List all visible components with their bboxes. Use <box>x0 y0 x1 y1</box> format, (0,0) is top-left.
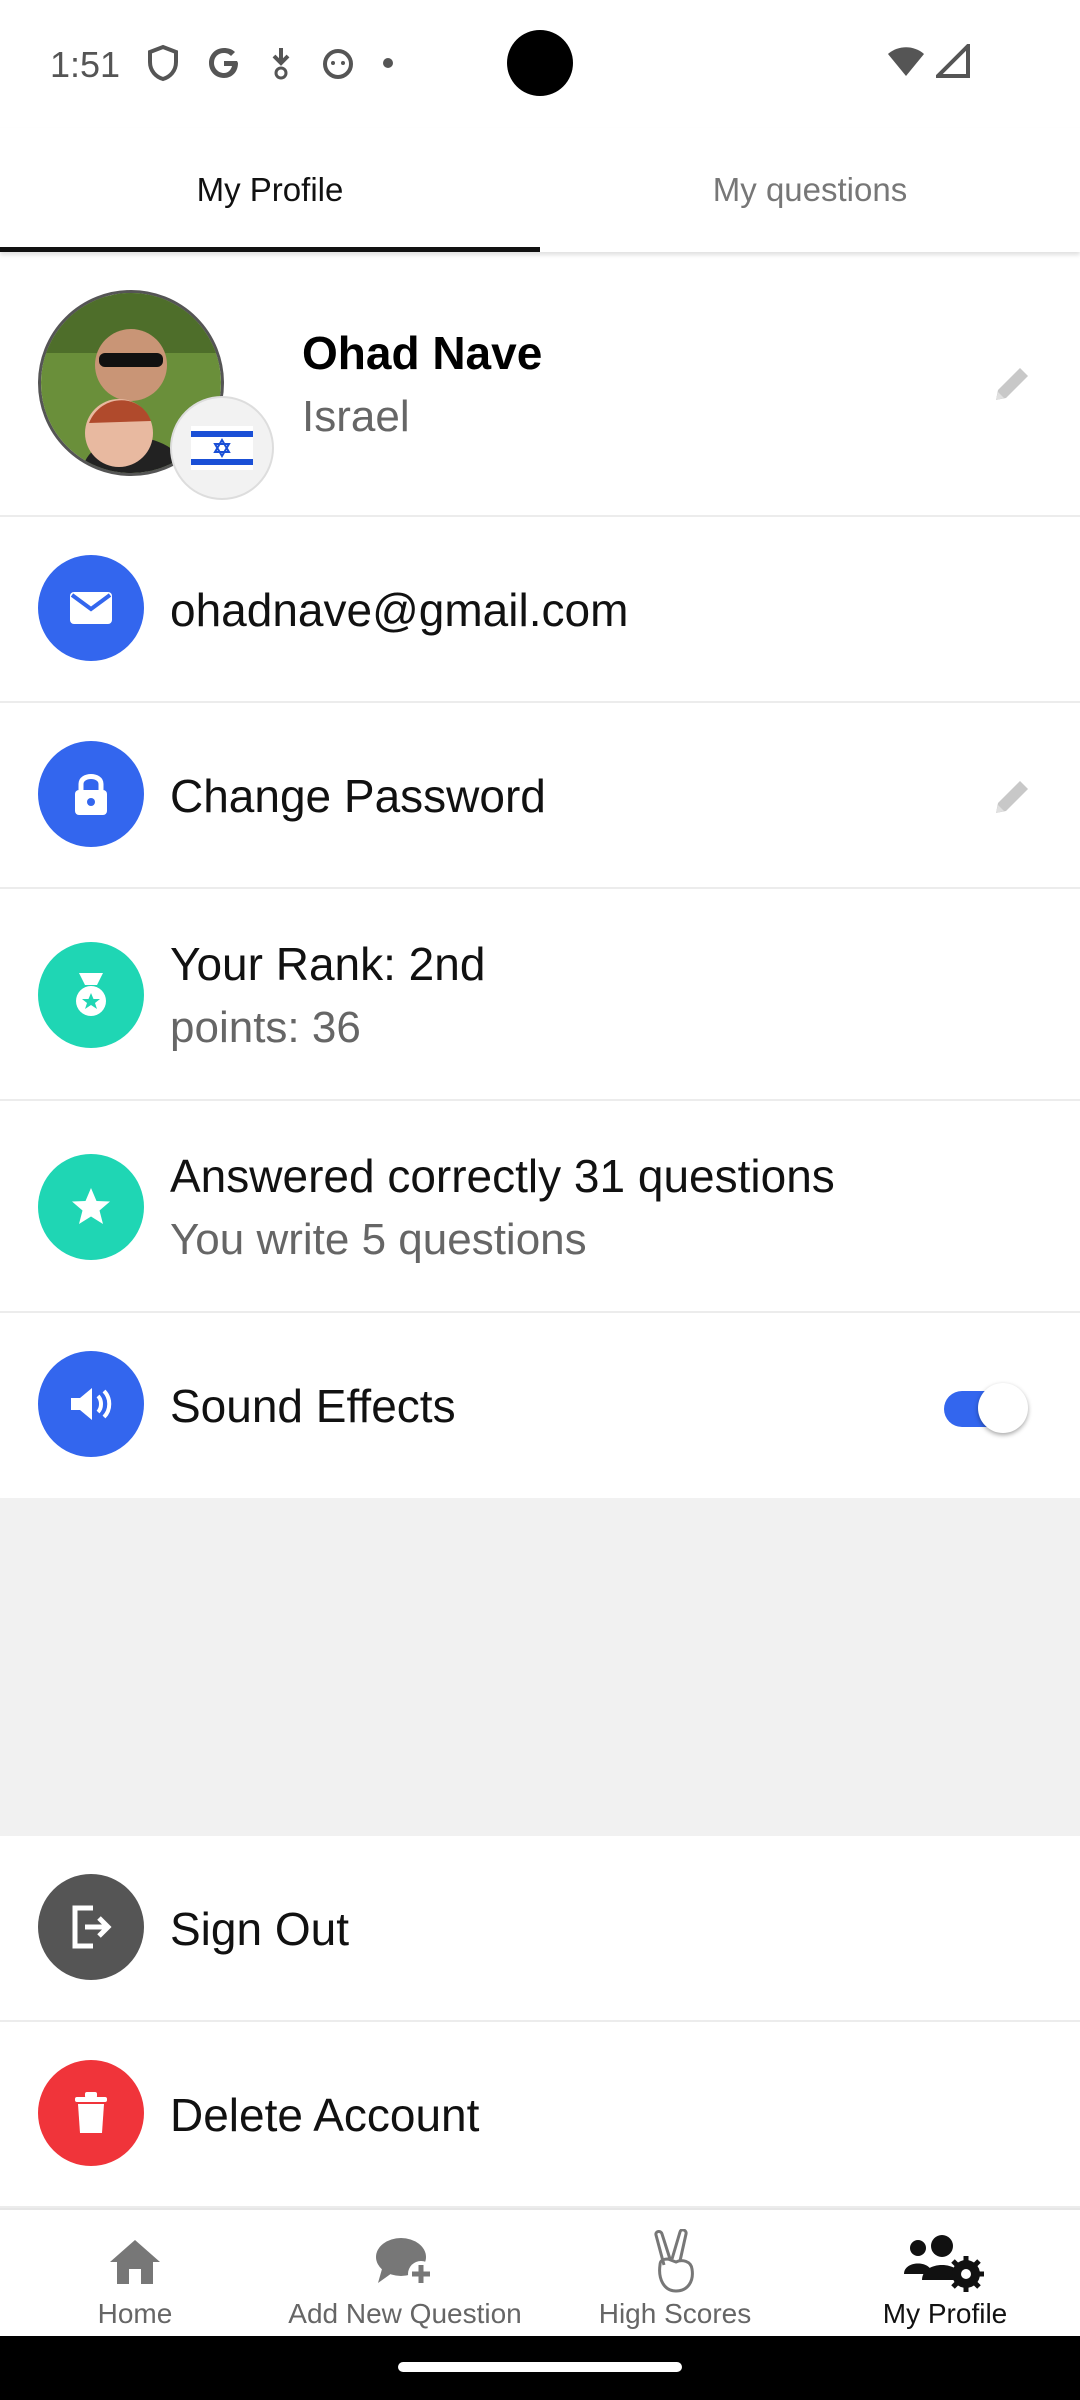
profile-name: Ohad Nave <box>302 327 543 379</box>
stats-row: Answered correctly 31 questions You writ… <box>0 1101 1080 1313</box>
shield-icon <box>148 44 178 82</box>
home-icon <box>107 2230 163 2294</box>
system-navigation-bar <box>0 2336 1080 2400</box>
rank-row: Your Rank: 2nd points: 36 <box>0 889 1080 1101</box>
nav-add-new-question-label: Add New Question <box>288 2298 522 2329</box>
bottom-nav: Home Add New Question High Scores My Pro… <box>0 2208 1080 2336</box>
nav-high-scores[interactable]: High Scores <box>540 2210 810 2338</box>
dot-icon <box>383 58 393 68</box>
sound-effects-toggle[interactable] <box>940 1383 1028 1433</box>
change-password-row[interactable]: Change Password <box>0 703 1080 889</box>
cat-face-icon <box>323 49 353 79</box>
profile-content: Ohad Nave Israel ohadnave@gmail.com Chan… <box>0 252 1080 1497</box>
victory-hand-icon <box>650 2229 700 2294</box>
signal-icon <box>936 44 970 78</box>
sign-out-row[interactable]: Sign Out <box>0 1836 1080 2022</box>
nav-high-scores-label: High Scores <box>598 2298 752 2329</box>
system-status-icons <box>886 44 970 78</box>
status-time: 1:51 <box>50 44 121 85</box>
israel-flag-icon <box>191 426 253 470</box>
trash-icon <box>38 2060 144 2166</box>
medal-icon <box>38 942 144 1048</box>
nav-my-profile-label: My Profile <box>882 2298 1008 2329</box>
tab-bar: My Profile My questions <box>0 128 1080 252</box>
notification-icons <box>146 44 394 82</box>
status-bar: 1:51 <box>0 0 1080 128</box>
profile-country: Israel <box>302 392 410 441</box>
google-icon <box>209 48 238 78</box>
tab-my-profile[interactable]: My Profile <box>0 128 540 252</box>
download-icon <box>272 48 290 80</box>
toggle-thumb <box>978 1383 1028 1433</box>
nav-home[interactable]: Home <box>0 2210 270 2338</box>
email-row: ohadnave@gmail.com <box>0 517 1080 703</box>
nav-add-new-question[interactable]: Add New Question <box>270 2210 540 2338</box>
profile-header: Ohad Nave Israel <box>0 252 1080 517</box>
sound-effects-label: Sound Effects <box>170 1380 456 1432</box>
sign-out-label: Sign Out <box>170 1903 349 1955</box>
lock-icon <box>38 741 144 847</box>
edit-profile-icon[interactable] <box>988 360 1036 408</box>
spacer <box>0 1498 1080 1836</box>
email-value: ohadnave@gmail.com <box>170 584 629 636</box>
star-icon <box>38 1154 144 1260</box>
stats-answered: Answered correctly 31 questions <box>170 1150 835 1202</box>
delete-account-row[interactable]: Delete Account <box>0 2022 1080 2208</box>
tab-indicator <box>0 247 540 252</box>
account-actions: Sign Out Delete Account <box>0 1836 1080 2208</box>
users-gear-icon <box>902 2230 988 2294</box>
change-password-label: Change Password <box>170 770 546 822</box>
home-gesture-handle[interactable] <box>398 2362 682 2372</box>
tab-my-questions[interactable]: My questions <box>540 128 1080 252</box>
rank-title: Your Rank: 2nd <box>170 938 486 990</box>
sign-out-icon <box>38 1874 144 1980</box>
email-icon <box>38 555 144 661</box>
rank-points: points: 36 <box>170 1003 361 1052</box>
delete-account-label: Delete Account <box>170 2089 480 2141</box>
flag-badge <box>170 396 274 500</box>
add-comment-icon <box>374 2230 436 2294</box>
wifi-icon <box>888 47 924 76</box>
stats-written: You write 5 questions <box>170 1215 587 1264</box>
speaker-icon <box>38 1351 144 1457</box>
nav-my-profile[interactable]: My Profile <box>810 2210 1080 2338</box>
nav-home-label: Home <box>97 2298 173 2329</box>
camera-cutout <box>507 30 573 96</box>
edit-password-icon[interactable] <box>988 773 1036 821</box>
sound-effects-row: Sound Effects <box>0 1313 1080 1497</box>
